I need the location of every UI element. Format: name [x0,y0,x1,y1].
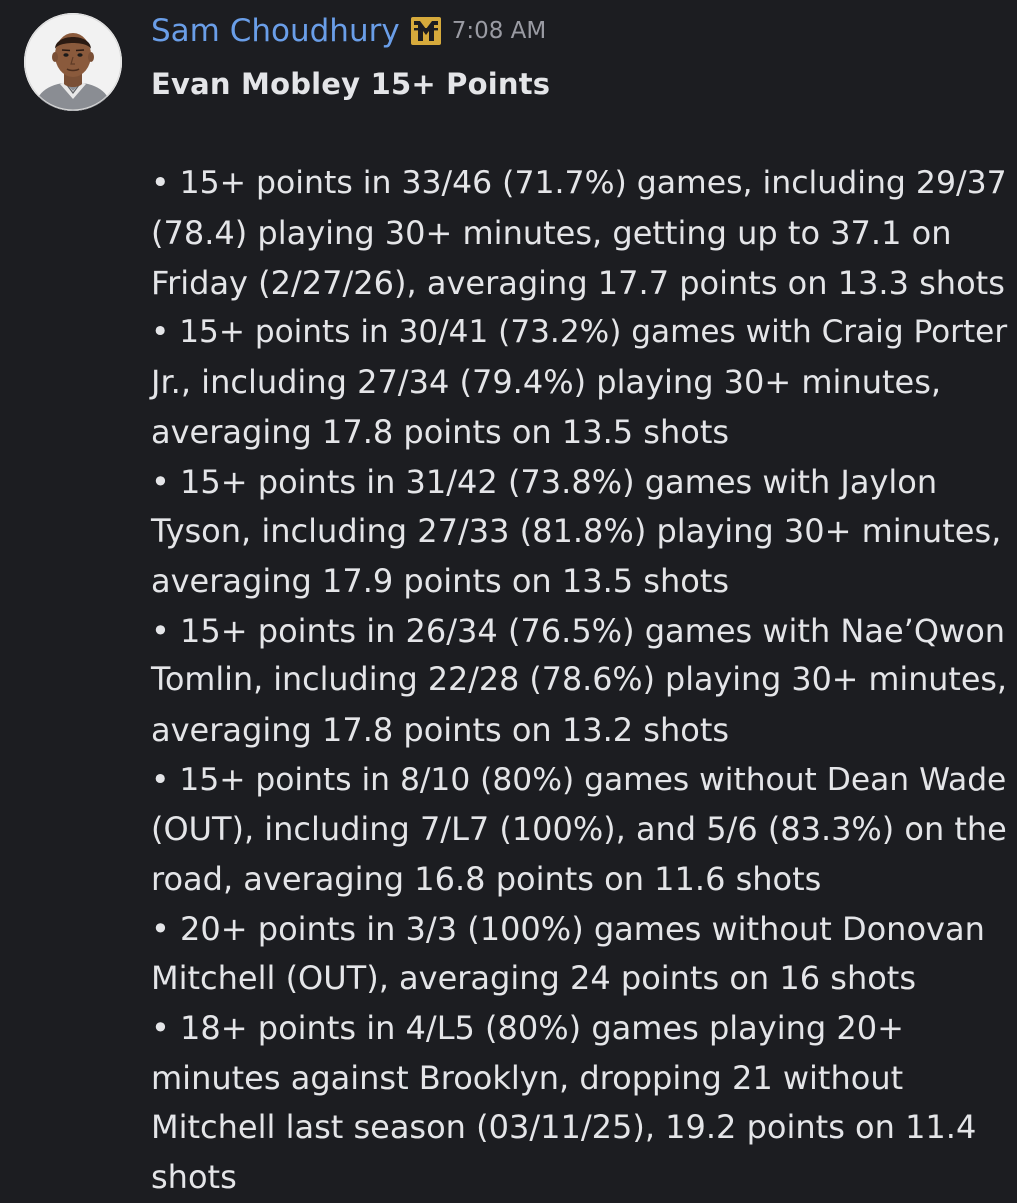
message-line: Mitchell last season (03/11/25), 19.2 po… [151,1108,977,1147]
message-line: (78.4) playing 30+ minutes, getting up t… [151,214,952,253]
message-line: road, averaging 16.8 points on 11.6 shot… [151,860,822,898]
message-content: Evan Mobley 15+ Points • 15+ points in 3… [151,60,1008,1203]
message-title: Evan Mobley 15+ Points [151,67,551,101]
message-line: • 20+ points in 3/3 (100%) games without… [151,909,985,948]
message-line: shots [151,1158,237,1197]
message-line: averaging 17.8 points on 13.2 shots [151,710,730,749]
message-line: • 15+ points in 33/46 (71.7%) games, inc… [151,165,1007,202]
message-line: minutes against Brooklyn, dropping 21 wi… [151,1058,904,1097]
message-line: • 18+ points in 4/L5 (80%) games playing… [151,1009,904,1048]
guild-tag-icon[interactable] [410,16,442,46]
author-name[interactable]: Sam Choudhury [151,13,400,49]
message-line: Tomlin, including 22/28 (78.6%) playing … [151,662,1008,699]
message-line: • 15+ points in 31/42 (73.8%) games with… [151,462,938,501]
user-avatar[interactable] [24,13,122,111]
message-line: Friday (2/27/26), averaging 17.7 points … [151,263,1005,302]
message-line: Jr., including 27/34 (79.4%) playing 30+… [151,363,942,402]
message-line: averaging 17.9 points on 13.5 shots [151,561,730,600]
message-line: Tyson, including 27/33 (81.8%) playing 3… [151,512,1002,551]
message-line: • 15+ points in 30/41 (73.2%) games with… [151,314,1008,351]
avatar-image [24,13,122,111]
message-line: (OUT), including 7/L7 (100%), and 5/6 (8… [151,810,1007,849]
message-timestamp: 7:08 AM [451,18,547,44]
message-line: • 15+ points in 26/34 (76.5%) games with… [151,611,1006,650]
message-line: Mitchell (OUT), averaging 24 points on 1… [151,959,917,998]
message-line: • 15+ points in 8/10 (80%) games without… [151,761,1007,798]
message-line: averaging 17.8 points on 13.5 shots [151,412,730,451]
chat-message: Sam Choudhury 7:08 AM Evan Mobley 15+ Po… [0,0,1017,1200]
message-header: Sam Choudhury 7:08 AM [151,8,546,54]
